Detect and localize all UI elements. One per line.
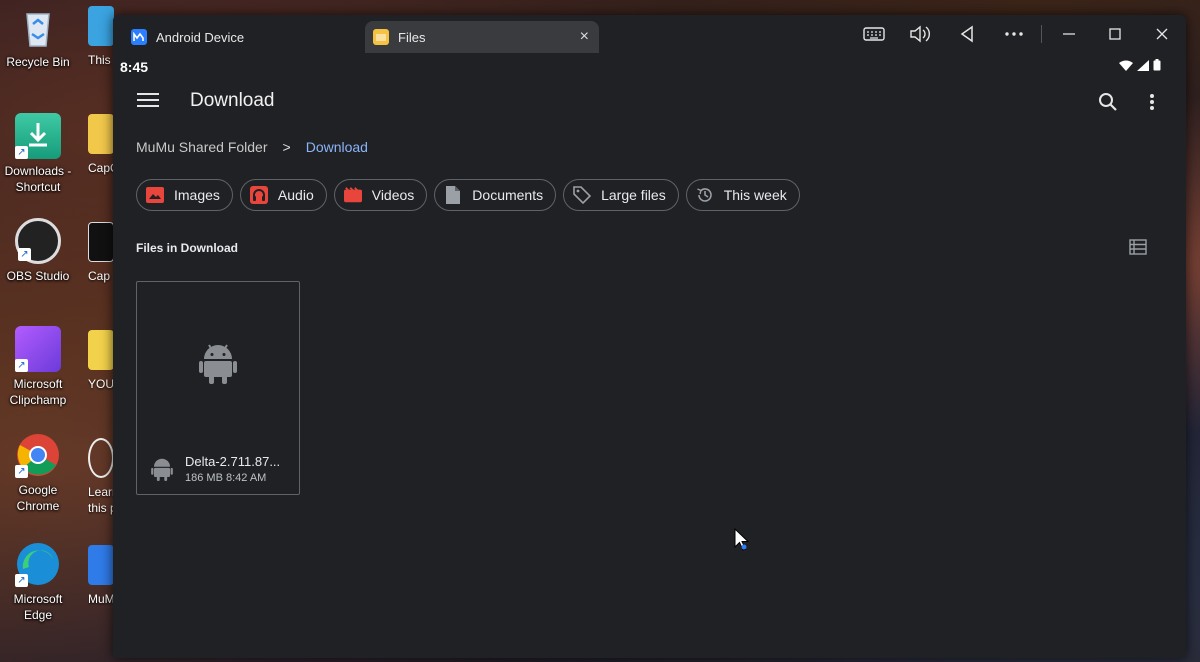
downloads-folder-icon: ↗ bbox=[15, 113, 61, 159]
status-icons bbox=[1119, 59, 1161, 71]
obs-icon: ↗ bbox=[15, 218, 61, 264]
document-icon bbox=[444, 186, 462, 204]
image-icon bbox=[146, 186, 164, 204]
shortcut-arrow-icon: ↗ bbox=[15, 465, 28, 478]
desktop-icon-clipchamp[interactable]: ↗ Microsoft Clipchamp bbox=[2, 326, 74, 408]
signal-icon bbox=[1137, 59, 1149, 71]
shortcut-arrow-icon: ↗ bbox=[15, 359, 28, 372]
chevron-right-icon: > bbox=[282, 139, 291, 155]
chip-label: Large files bbox=[601, 187, 666, 203]
search-icon[interactable] bbox=[1097, 91, 1119, 113]
shortcut-arrow-icon: ↗ bbox=[18, 248, 31, 261]
volume-icon[interactable] bbox=[909, 24, 931, 44]
mouse-cursor-icon bbox=[734, 527, 750, 552]
headphones-icon bbox=[249, 186, 268, 204]
desktop-icon-label: Microsoft Clipchamp bbox=[9, 377, 67, 407]
history-icon bbox=[696, 186, 714, 204]
files-app-icon bbox=[373, 29, 389, 45]
learn-icon bbox=[88, 438, 114, 478]
shortcut-arrow-icon: ↗ bbox=[15, 574, 28, 587]
desktop-icon-microsoft-edge[interactable]: ↗ Microsoft Edge bbox=[2, 541, 74, 623]
filter-chips: Images Audio Videos Documents Large file… bbox=[136, 179, 800, 211]
chip-label: Documents bbox=[472, 187, 544, 203]
chrome-icon: ↗ bbox=[15, 432, 61, 478]
android-icon bbox=[151, 457, 173, 481]
close-window-icon[interactable] bbox=[1151, 24, 1173, 44]
title-bar: Android Device Files × bbox=[113, 15, 1186, 53]
desktop-icon-label: Google Chrome bbox=[16, 483, 60, 513]
file-name: Delta-2.711.87... bbox=[185, 454, 281, 469]
status-time: 8:45 bbox=[120, 59, 149, 75]
page-title: Download bbox=[190, 90, 275, 111]
desktop-icon-recycle-bin[interactable]: Recycle Bin bbox=[2, 4, 74, 70]
hamburger-menu-icon[interactable] bbox=[137, 93, 159, 111]
chip-documents[interactable]: Documents bbox=[434, 179, 557, 211]
list-view-icon[interactable] bbox=[1129, 239, 1147, 255]
folder-icon bbox=[88, 114, 114, 154]
mumu-app-icon bbox=[131, 29, 147, 45]
chip-images[interactable]: Images bbox=[136, 179, 233, 211]
battery-icon bbox=[1153, 59, 1161, 71]
maximize-icon[interactable] bbox=[1104, 24, 1126, 44]
chip-label: Audio bbox=[277, 187, 314, 203]
minimize-icon[interactable] bbox=[1058, 24, 1080, 44]
this-pc-icon bbox=[88, 6, 114, 46]
desktop-icon-label: OBS Studio bbox=[6, 269, 70, 283]
recycle-bin-icon bbox=[15, 4, 61, 50]
overflow-menu-icon[interactable] bbox=[1147, 91, 1157, 113]
edge-icon: ↗ bbox=[15, 541, 61, 587]
breadcrumb-root[interactable]: MuMu Shared Folder bbox=[136, 139, 268, 155]
tag-icon bbox=[573, 186, 592, 204]
desktop-icon-google-chrome[interactable]: ↗ Google Chrome bbox=[2, 432, 74, 514]
more-options-icon[interactable] bbox=[1003, 24, 1025, 44]
android-status-bar: 8:45 bbox=[113, 53, 1186, 79]
back-icon[interactable] bbox=[956, 24, 978, 44]
section-title: Files in Download bbox=[136, 241, 239, 255]
file-card[interactable]: Delta-2.711.87... 186 MB 8:42 AM bbox=[136, 281, 300, 495]
file-info: 186 MB 8:42 AM bbox=[185, 472, 267, 484]
tab-files[interactable]: Files × bbox=[365, 21, 599, 53]
chip-large-files[interactable]: Large files bbox=[563, 179, 679, 211]
android-icon bbox=[199, 342, 237, 384]
tab-label: Android Device bbox=[156, 29, 245, 45]
breadcrumb-current[interactable]: Download bbox=[306, 139, 368, 155]
chip-label: Videos bbox=[371, 187, 415, 203]
chip-label: This week bbox=[723, 187, 787, 203]
tab-label: Files bbox=[398, 29, 426, 45]
movie-icon bbox=[343, 186, 362, 204]
app-toolbar: Download bbox=[113, 85, 1186, 119]
desktop-icon-obs-studio[interactable]: ↗ OBS Studio bbox=[2, 218, 74, 284]
file-text: Delta-2.711.87... 186 MB 8:42 AM bbox=[185, 454, 280, 484]
desktop-icon-downloads-shortcut[interactable]: ↗ Downloads - Shortcut bbox=[2, 113, 74, 195]
mumu-icon bbox=[88, 545, 114, 585]
keyboard-icon[interactable] bbox=[863, 24, 885, 44]
desktop-icon-label: Recycle Bin bbox=[6, 55, 70, 69]
breadcrumb: MuMu Shared Folder > Download bbox=[136, 139, 368, 155]
clipchamp-icon: ↗ bbox=[15, 326, 61, 372]
capcut-icon bbox=[88, 222, 114, 262]
desktop-icon-label: Downloads - Shortcut bbox=[4, 164, 72, 194]
chip-audio[interactable]: Audio bbox=[239, 179, 327, 211]
wifi-icon bbox=[1119, 60, 1133, 71]
shortcut-arrow-icon: ↗ bbox=[15, 146, 28, 159]
file-icon bbox=[88, 330, 114, 370]
close-tab-icon[interactable]: × bbox=[580, 28, 589, 46]
chip-label: Images bbox=[174, 187, 220, 203]
emulator-window: Android Device Files × 8:45 Download MuM… bbox=[113, 15, 1186, 658]
titlebar-divider bbox=[1041, 25, 1042, 43]
tab-android-device[interactable]: Android Device bbox=[131, 21, 244, 53]
chip-videos[interactable]: Videos bbox=[333, 179, 428, 211]
file-meta: Delta-2.711.87... 186 MB 8:42 AM bbox=[151, 454, 291, 484]
desktop-icon-label: Microsoft Edge bbox=[13, 592, 63, 622]
chip-this-week[interactable]: This week bbox=[685, 179, 800, 211]
